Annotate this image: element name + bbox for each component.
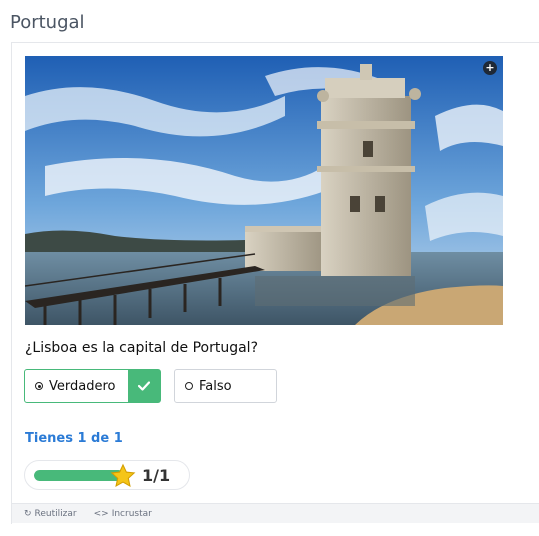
reuse-label: Reutilizar	[34, 508, 77, 519]
embed-button[interactable]: <> Incrustar	[94, 509, 152, 519]
footer-bar: ↻ Reutilizar <> Incrustar	[12, 503, 539, 523]
question-image	[25, 56, 503, 325]
attempts-text: Tienes 1 de 1	[25, 431, 123, 446]
page-title: Portugal	[10, 12, 85, 33]
option-true[interactable]: Verdadero	[24, 369, 161, 403]
check-icon	[138, 381, 150, 391]
score-text: 1/1	[142, 466, 171, 485]
star-icon	[110, 463, 136, 488]
plus-icon: +	[485, 61, 495, 74]
option-false[interactable]: Falso	[174, 369, 277, 403]
question-text: ¿Lisboa es la capital de Portugal?	[25, 340, 258, 356]
radio-empty-icon	[185, 382, 193, 390]
expand-image-button[interactable]: +	[483, 61, 497, 75]
radio-selected-icon	[35, 382, 43, 390]
code-icon: <>	[93, 508, 109, 519]
tower-photo	[25, 56, 503, 325]
option-label: Falso	[199, 378, 232, 394]
reuse-button[interactable]: ↻ Reutilizar	[24, 509, 77, 519]
embed-label: Incrustar	[111, 508, 152, 519]
score-indicator: 1/1	[24, 460, 190, 490]
refresh-icon: ↻	[24, 508, 32, 519]
option-label: Verdadero	[49, 378, 116, 394]
correct-check-badge	[128, 370, 160, 402]
